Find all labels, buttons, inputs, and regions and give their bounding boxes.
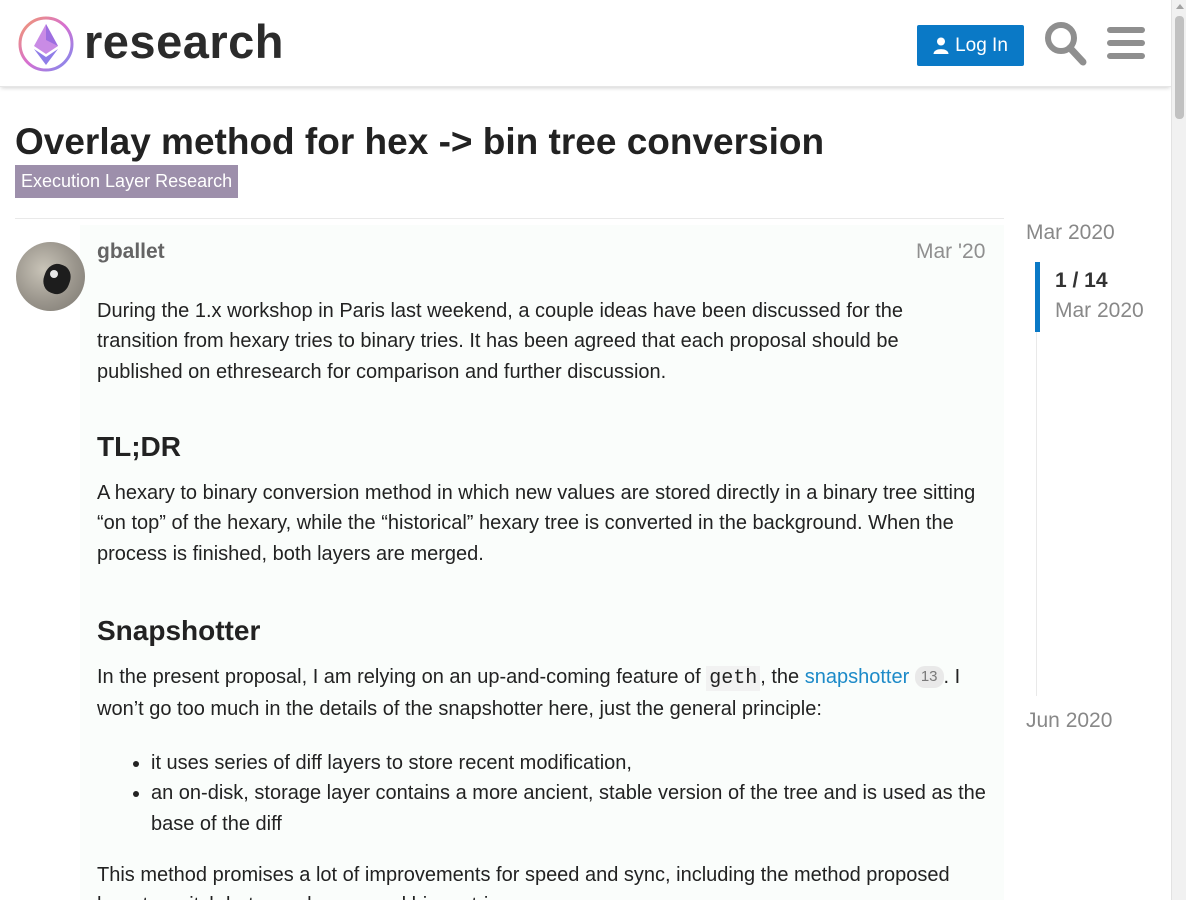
link-click-count-badge: 13: [914, 666, 944, 688]
list-item: an on-disk, storage layer contains a mor…: [151, 778, 1031, 839]
timeline-position: 1 / 14: [1055, 269, 1108, 292]
site-header: research Log In: [0, 0, 1171, 87]
post-author[interactable]: gballet: [97, 240, 165, 264]
list-item: it uses series of diff layers to store r…: [151, 748, 1031, 778]
heading-tldr: TL;DR: [97, 431, 181, 462]
paragraph-intro: During the 1.x workshop in Paris last we…: [97, 300, 904, 383]
hamburger-menu-icon[interactable]: [1107, 26, 1145, 60]
avatar[interactable]: [16, 242, 85, 311]
user-icon: [933, 37, 949, 54]
site-name[interactable]: research: [84, 16, 284, 68]
timeline-current-date: Mar 2020: [1055, 299, 1144, 322]
post-date[interactable]: Mar '20: [916, 240, 985, 264]
paragraph-text: , the: [760, 666, 805, 688]
timeline-handle[interactable]: [1035, 262, 1040, 332]
timeline-end-date[interactable]: Jun 2020: [1026, 709, 1112, 733]
timeline-start-date[interactable]: Mar 2020: [1026, 221, 1115, 245]
topic-title[interactable]: Overlay method for hex -> bin tree conve…: [15, 121, 824, 163]
snapshotter-link[interactable]: snapshotter: [805, 666, 910, 688]
login-label: Log In: [955, 34, 1008, 56]
scroll-up-arrow-icon[interactable]: [1176, 4, 1184, 9]
heading-snapshotter: Snapshotter: [97, 615, 261, 646]
paragraph-snapshotter: In the present proposal, I am relying on…: [97, 662, 977, 725]
paragraph-tldr: A hexary to binary conversion method in …: [97, 482, 976, 565]
divider: [15, 218, 1004, 219]
inline-code: geth: [706, 666, 761, 691]
avatar-image-highlight: [50, 270, 58, 278]
category-badge[interactable]: Execution Layer Research: [15, 165, 239, 198]
page-scrollbar[interactable]: [1171, 0, 1186, 900]
login-button[interactable]: Log In: [917, 25, 1024, 66]
paragraph-text: In the present proposal, I am relying on…: [97, 666, 707, 688]
avatar-image-shape: [39, 260, 75, 298]
search-icon[interactable]: [1043, 20, 1087, 66]
scroll-thumb[interactable]: [1175, 16, 1184, 119]
logo-icon[interactable]: [16, 14, 76, 74]
principles-list: it uses series of diff layers to store r…: [97, 748, 1031, 839]
paragraph-method: This method promises a lot of improvemen…: [97, 864, 950, 900]
